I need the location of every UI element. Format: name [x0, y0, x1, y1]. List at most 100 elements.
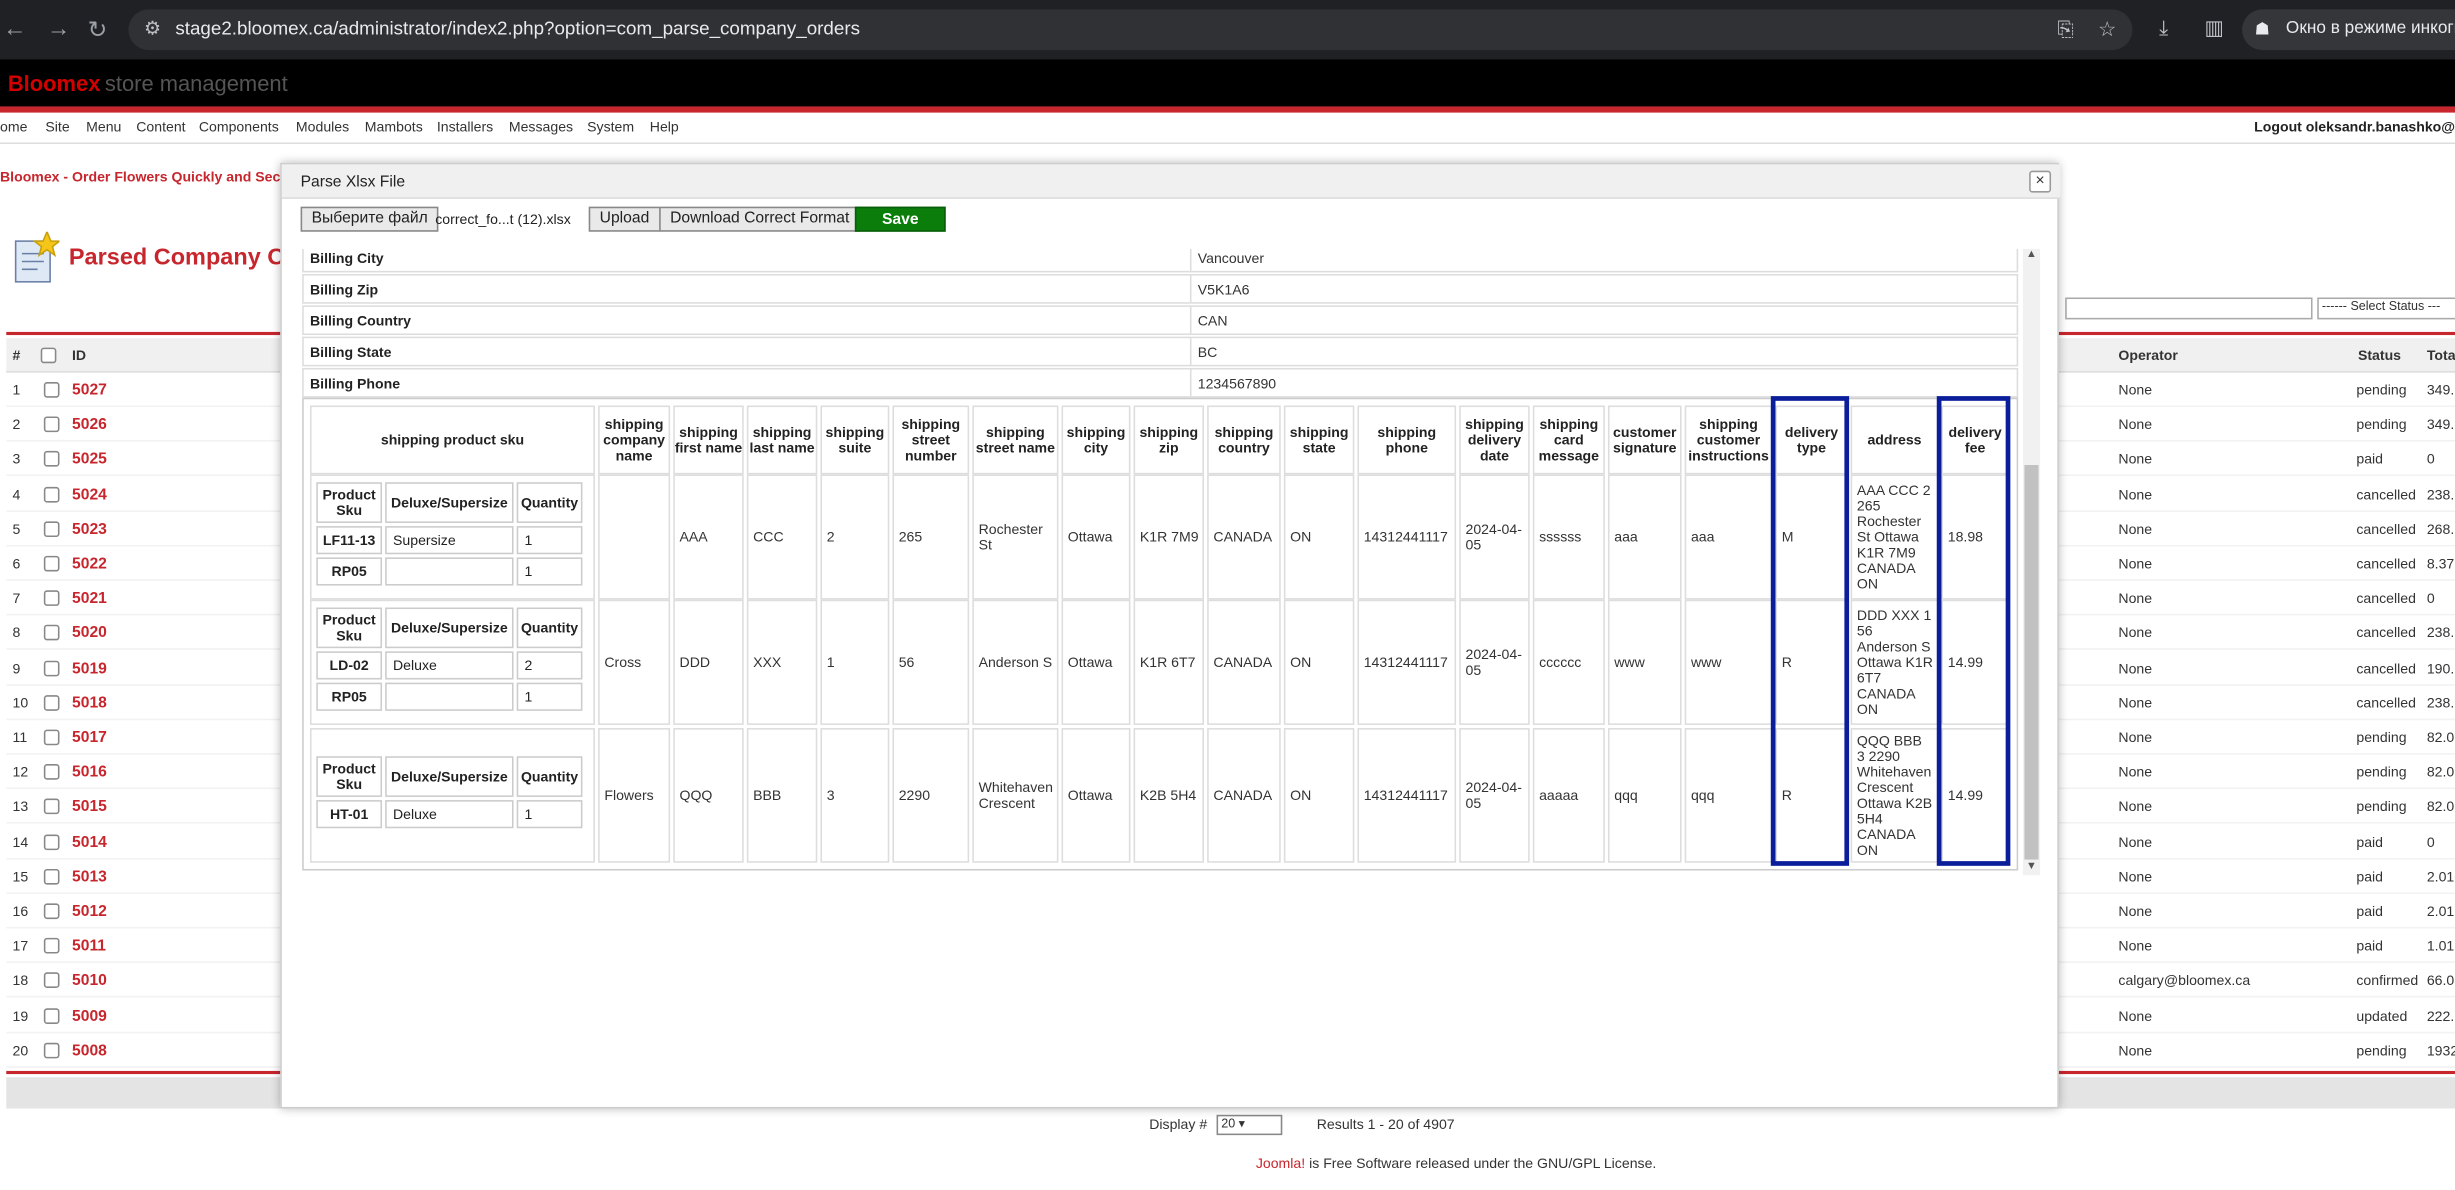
status-value: pending	[2356, 764, 2407, 781]
scrollbar-thumb[interactable]	[2024, 465, 2039, 860]
order-id-link[interactable]: 5009	[72, 1008, 107, 1025]
order-id-link[interactable]: 5011	[72, 938, 106, 955]
sku-subheader: Product Sku	[316, 756, 383, 797]
site-info-icon[interactable]: ⚙	[144, 17, 161, 39]
status-select[interactable]: ------ Select Status ---	[2317, 297, 2455, 320]
order-id-link[interactable]: 5023	[72, 521, 107, 538]
order-id-link[interactable]: 5014	[72, 834, 107, 851]
forward-icon[interactable]: →	[47, 16, 70, 43]
menu-content[interactable]: Content	[136, 119, 185, 135]
row-checkbox[interactable]	[43, 521, 60, 537]
menu-home[interactable]: ome	[0, 119, 27, 135]
row-checkbox[interactable]	[43, 938, 60, 954]
joomla-link[interactable]: Joomla!	[1256, 1155, 1305, 1171]
col-address-header: address	[1850, 405, 1939, 475]
row-checkbox[interactable]	[43, 764, 60, 781]
address-bar[interactable]: ⚙ stage2.bloomex.ca/administrator/index2…	[128, 9, 2133, 51]
product-size: Deluxe	[385, 800, 514, 829]
zip-value: K1R 7M9	[1139, 529, 1199, 545]
star-icon[interactable]: ☆	[2098, 17, 2116, 42]
status-value: paid	[2356, 868, 2384, 885]
order-id-link[interactable]: 5008	[72, 1042, 107, 1059]
order-id-link[interactable]: 5015	[72, 799, 107, 816]
order-id-link[interactable]: 5021	[72, 591, 107, 608]
col-id[interactable]: ID	[72, 348, 86, 364]
order-id-link[interactable]: 5013	[72, 869, 107, 886]
row-checkbox[interactable]	[43, 555, 60, 572]
search-input[interactable]	[2065, 297, 2313, 320]
row-checkbox[interactable]	[43, 868, 60, 885]
status-value: cancelled	[2356, 694, 2416, 711]
order-id-link[interactable]: 5020	[72, 625, 107, 642]
reload-icon[interactable]: ↻	[88, 16, 108, 44]
site-tagline[interactable]: Bloomex - Order Flowers Quickly and Secu	[0, 169, 289, 185]
download-format-button[interactable]: Download Correct Format	[659, 206, 861, 232]
col-total[interactable]: Total	[2427, 348, 2455, 364]
menu-installers[interactable]: Installers	[437, 119, 493, 135]
order-id-link[interactable]: 5017	[72, 730, 107, 747]
operator-value: None	[2118, 694, 2153, 711]
menu-mambots[interactable]: Mambots	[365, 119, 423, 135]
download-icon[interactable]: ⤓	[2159, 16, 2168, 41]
order-id-link[interactable]: 5018	[72, 695, 107, 712]
menu-site[interactable]: Site	[45, 119, 69, 135]
row-checkbox[interactable]	[43, 382, 60, 398]
row-checkbox[interactable]	[43, 590, 60, 607]
upload-button[interactable]: Upload	[588, 206, 661, 232]
state-cell: ON	[1283, 728, 1355, 863]
modal-scrollbar[interactable]: ▲ ▼	[2022, 248, 2041, 876]
incognito-badge[interactable]: ☗ Окно в режиме инкогни	[2242, 9, 2455, 51]
row-checkbox[interactable]	[43, 903, 60, 920]
row-checkbox[interactable]	[43, 660, 60, 676]
menu-menu[interactable]: Menu	[86, 119, 121, 135]
translate-icon[interactable]: ⎘	[2057, 17, 2073, 42]
col-operator[interactable]: Operator	[2118, 348, 2178, 364]
sidepanel-icon[interactable]: ▥	[2205, 16, 2224, 41]
save-button[interactable]: Save	[854, 206, 946, 232]
col-status[interactable]: Status	[2358, 348, 2401, 364]
street-name-cell: Whitehaven Crescent	[972, 728, 1059, 863]
order-id-link[interactable]: 5024	[72, 486, 107, 503]
logout-link[interactable]: Logout oleksandr.banashko@	[2254, 119, 2455, 135]
menu-help[interactable]: Help	[650, 119, 679, 135]
row-checkbox[interactable]	[43, 1042, 60, 1059]
choose-file-button[interactable]: Выберите файл	[300, 206, 439, 232]
modal-header: Parse Xlsx File ×	[281, 164, 2061, 199]
total-value: 238.1	[2426, 486, 2455, 502]
product-size: Deluxe	[385, 651, 514, 680]
instructions-cell: qqq	[1684, 728, 1773, 863]
back-icon[interactable]: ←	[3, 16, 26, 43]
parsed-content[interactable]: Billing City Vancouver Billing Zip V5K1A6 Bi…	[301, 248, 2042, 875]
row-checkbox[interactable]	[43, 416, 60, 433]
scroll-down-icon[interactable]: ▼	[2026, 861, 2037, 872]
order-id-link[interactable]: 5010	[72, 973, 107, 990]
order-id-link[interactable]: 5016	[72, 764, 107, 781]
row-checkbox[interactable]	[43, 972, 60, 989]
display-count-select[interactable]: 20 ▾	[1216, 1114, 1283, 1136]
scroll-up-icon[interactable]: ▲	[2026, 249, 2037, 260]
order-id-link[interactable]: 5012	[72, 903, 107, 920]
order-id-link[interactable]: 5019	[72, 660, 107, 677]
billing-label: Billing Phone	[310, 375, 401, 392]
row-checkbox[interactable]	[43, 486, 60, 502]
order-id-link[interactable]: 5025	[72, 452, 107, 469]
order-id-link[interactable]: 5027	[72, 382, 107, 399]
row-checkbox[interactable]	[43, 729, 60, 746]
row-number: 20	[12, 1042, 29, 1059]
menu-modules[interactable]: Modules	[296, 119, 349, 135]
close-icon[interactable]: ×	[2029, 170, 2052, 193]
select-all-checkbox[interactable]	[40, 347, 57, 364]
row-checkbox[interactable]	[43, 625, 60, 641]
menu-messages[interactable]: Messages	[509, 119, 573, 135]
row-checkbox[interactable]	[43, 1007, 60, 1024]
row-checkbox[interactable]	[43, 451, 60, 468]
order-id-link[interactable]: 5022	[72, 556, 107, 573]
street-name-cell: Rochester St	[972, 474, 1059, 600]
row-checkbox[interactable]	[43, 833, 60, 850]
menu-components[interactable]: Components	[199, 119, 279, 135]
row-checkbox[interactable]	[43, 799, 60, 815]
order-id-link[interactable]: 5026	[72, 417, 107, 434]
row-checkbox[interactable]	[43, 694, 60, 711]
menu-system[interactable]: System	[587, 119, 634, 135]
signature-value: aaa	[1614, 529, 1638, 545]
